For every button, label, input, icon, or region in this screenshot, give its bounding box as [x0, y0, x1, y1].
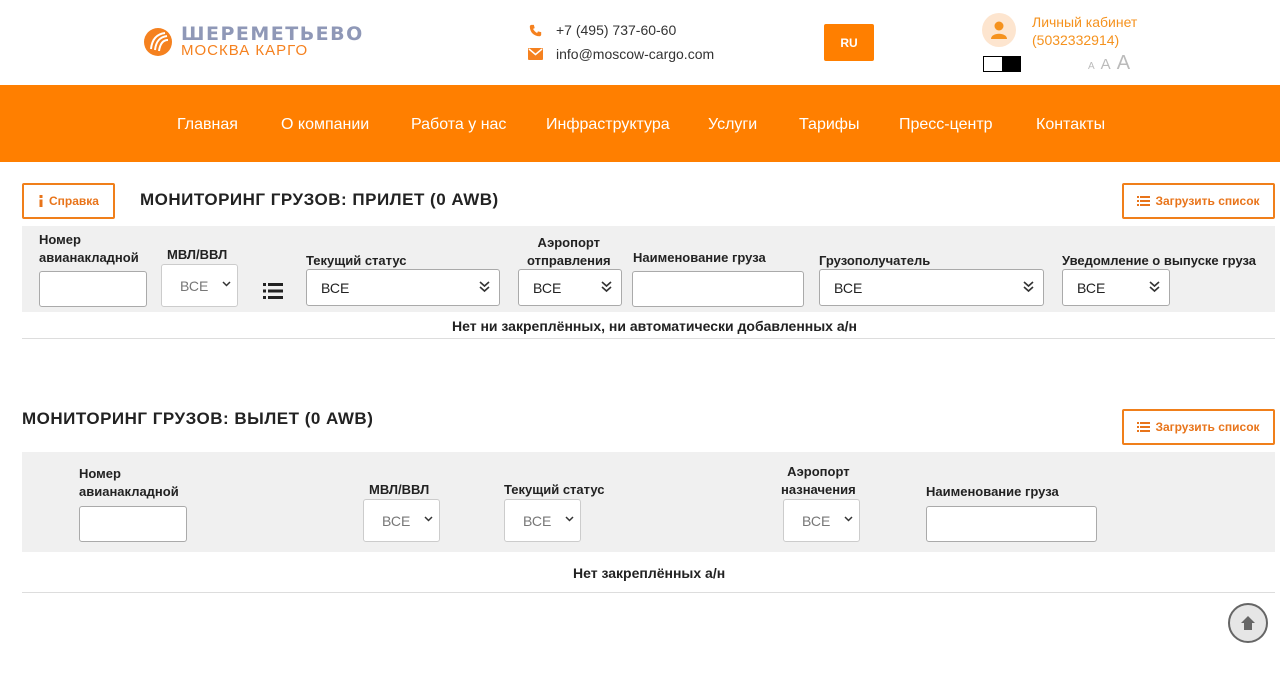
info-icon — [39, 195, 43, 207]
departure-title: МОНИТОРИНГ ГРУЗОВ: ВЫЛЕТ (0 AWB) — [22, 409, 374, 428]
divider — [22, 338, 1275, 339]
nav-item-home[interactable]: Главная — [177, 115, 238, 135]
chevron-down-icon — [844, 516, 853, 522]
language-button[interactable]: RU — [824, 24, 874, 61]
user-icon[interactable] — [982, 13, 1016, 47]
departure-load-label: Загрузить список — [1155, 420, 1260, 434]
chevron-down-icon — [565, 516, 574, 522]
chevron-down-icon — [1149, 281, 1160, 293]
nav-item-careers[interactable]: Работа у нас — [411, 115, 506, 135]
arrival-empty-message: Нет ни закреплённых, ни автоматически до… — [452, 318, 857, 334]
status-select[interactable]: ВСЕ — [306, 269, 500, 306]
release-notice-label: Уведомление о выпуске груза — [1062, 253, 1257, 268]
cargo-name-input[interactable] — [632, 271, 804, 307]
arrival-load-list-button[interactable]: Загрузить список — [1122, 183, 1275, 219]
cargo-name-label: Наименование груза — [926, 484, 1059, 499]
status-label: Текущий статус — [504, 482, 605, 497]
airport-select[interactable]: ВСЕ — [783, 499, 860, 542]
contact-phone[interactable]: +7 (495) 737-60-60 — [527, 22, 676, 38]
chevron-down-icon — [479, 281, 490, 293]
cabinet-label: Личный кабинет — [1032, 14, 1138, 30]
status-label: Текущий статус — [306, 253, 407, 268]
divider — [22, 592, 1275, 593]
cabinet-id: (5032332914) — [1032, 32, 1120, 48]
nav-item-services[interactable]: Услуги — [708, 115, 757, 135]
nav-item-contacts[interactable]: Контакты — [1036, 115, 1105, 135]
font-size-large[interactable]: A — [1117, 52, 1130, 75]
mvl-label: МВЛ/ВВЛ — [369, 482, 430, 497]
departure-filter-bar: Номер авианакладной МВЛ/ВВЛ ВСЕ Текущий … — [22, 452, 1275, 552]
chevron-down-icon — [1023, 281, 1034, 293]
mvl-label: МВЛ/ВВЛ — [167, 247, 228, 262]
scroll-to-top-button[interactable] — [1228, 603, 1268, 643]
departure-empty-message: Нет закреплённых а/н — [573, 565, 726, 581]
nav-item-about[interactable]: О компании — [281, 115, 369, 135]
awb-number-input[interactable] — [39, 271, 147, 307]
font-size-small[interactable]: A — [1088, 61, 1095, 72]
awb-label: Номер авианакладной — [39, 232, 139, 265]
help-button[interactable]: Справка — [22, 183, 115, 219]
airport-label: Аэропорт назначения — [781, 464, 856, 497]
departure-load-list-button[interactable]: Загрузить список — [1122, 409, 1275, 445]
mvl-select[interactable]: ВСЕ — [363, 499, 440, 542]
list-icon — [1137, 196, 1151, 206]
list-icon[interactable] — [263, 282, 283, 300]
release-notice-select[interactable]: ВСЕ — [1062, 269, 1170, 306]
nav-item-tariffs[interactable]: Тарифы — [799, 115, 859, 135]
contact-email[interactable]: info@moscow-cargo.com — [527, 46, 714, 62]
arrival-load-label: Загрузить список — [1155, 194, 1260, 208]
mail-icon — [527, 46, 543, 62]
contrast-toggle[interactable] — [983, 56, 1021, 72]
awb-number-input[interactable] — [79, 506, 187, 542]
airport-select[interactable]: ВСЕ — [518, 269, 622, 306]
phone-number: +7 (495) 737-60-60 — [556, 22, 677, 38]
font-size-medium[interactable]: A — [1101, 56, 1111, 73]
help-label: Справка — [49, 194, 99, 208]
list-icon — [1137, 422, 1151, 432]
personal-cabinet-link[interactable]: Личный кабинет (5032332914) — [1032, 13, 1137, 49]
consignee-select[interactable]: ВСЕ — [819, 269, 1044, 306]
cargo-name-input[interactable] — [926, 506, 1097, 542]
chevron-down-icon — [222, 281, 231, 287]
main-nav: Главная О компании Работа у нас Инфрастр… — [0, 85, 1280, 162]
phone-icon — [527, 22, 543, 38]
email-address: info@moscow-cargo.com — [556, 46, 715, 62]
consignee-label: Грузополучатель — [819, 253, 931, 268]
chevron-down-icon — [424, 516, 433, 522]
nav-item-infrastructure[interactable]: Инфраструктура — [546, 115, 670, 135]
chevron-down-icon — [601, 281, 612, 293]
arrival-filter-bar: Номер авианакладной МВЛ/ВВЛ ВСЕ Текущий … — [22, 226, 1275, 312]
site-header: ШЕРЕМЕТЬЕВО МОСКВА КАРГО +7 (495) 737-60… — [0, 0, 1280, 85]
arrival-title: МОНИТОРИНГ ГРУЗОВ: ПРИЛЕТ (0 AWB) — [140, 190, 499, 209]
logo-title: ШЕРЕМЕТЬЕВО — [181, 23, 364, 45]
logo-subtitle: МОСКВА КАРГО — [181, 42, 309, 59]
arrow-up-icon — [1241, 616, 1255, 630]
nav-item-press[interactable]: Пресс-центр — [899, 115, 993, 135]
status-select[interactable]: ВСЕ — [504, 499, 581, 542]
mvl-select[interactable]: ВСЕ — [161, 264, 238, 307]
awb-label: Номер авианакладной — [79, 466, 179, 499]
font-size-switcher: A A A — [1088, 52, 1130, 75]
cargo-name-label: Наименование груза — [633, 250, 766, 265]
airport-label: Аэропорт отправления — [527, 235, 611, 268]
logo[interactable]: ШЕРЕМЕТЬЕВО МОСКВА КАРГО — [143, 24, 383, 60]
logo-mark-icon — [144, 28, 172, 56]
